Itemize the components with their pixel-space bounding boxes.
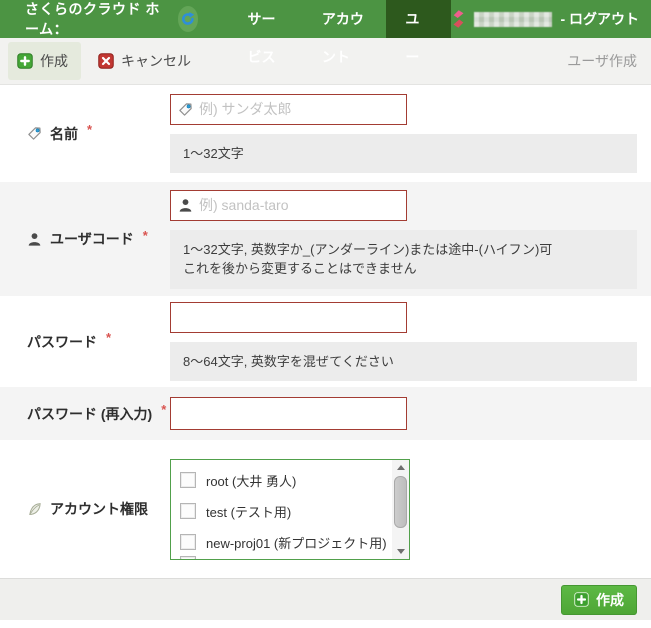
password-confirm-input[interactable] [178, 406, 399, 422]
username-redacted [474, 12, 552, 27]
form-row-password-confirm: パスワード (再入力) * [0, 387, 651, 440]
footer-create-button[interactable]: 作成 [561, 585, 637, 615]
nav-user-area: - ログアウト [451, 9, 639, 29]
plus-icon [17, 53, 33, 69]
checkbox-root[interactable] [180, 472, 196, 488]
toolbar-create-label: 作成 [40, 51, 68, 71]
name-hint: 1〜32文字 [170, 134, 637, 174]
form-row-password: パスワード * 8〜64文字, 英数字を混ぜてください [0, 296, 651, 387]
form-row-name: 名前 * 1〜32文字 [0, 85, 651, 182]
nav-item-accounts[interactable]: アカウント [303, 0, 386, 38]
list-item[interactable]: new-proj01 (新プロジェクト用) [171, 527, 392, 558]
name-input[interactable] [199, 101, 399, 117]
password-label: パスワード [27, 332, 97, 352]
scroll-down-button[interactable] [392, 544, 409, 559]
name-hint-line1: 1〜32文字 [183, 144, 624, 164]
refresh-icon [180, 11, 196, 27]
required-marker: * [106, 330, 111, 345]
refresh-button[interactable] [178, 6, 199, 32]
toolbar-create-button[interactable]: 作成 [8, 42, 81, 80]
usercode-hint-line1: 1〜32文字, 英数字か_(アンダーライン)または途中-(ハイフン)可 [183, 240, 624, 260]
cancel-x-icon [98, 53, 114, 69]
name-label-cell: 名前 * [0, 85, 170, 182]
logout-link[interactable]: - ログアウト [560, 9, 639, 29]
password-hint-line1: 8〜64文字, 英数字を混ぜてください [183, 352, 624, 372]
usercode-hint-line2: これを後から変更することはできません [183, 259, 624, 279]
usercode-hint: 1〜32文字, 英数字か_(アンダーライン)または途中-(ハイフン)可 これを後… [170, 230, 637, 289]
password-confirm-label-cell: パスワード (再入力) * [0, 387, 170, 440]
toolbar-cancel-label: キャンセル [121, 51, 191, 71]
brand-home-link[interactable]: さくらのクラウド ホーム： [25, 0, 166, 39]
option-label: new-proj01 (新プロジェクト用) [206, 533, 387, 552]
page-title: ユーザ作成 [567, 51, 637, 71]
privileges-options: root (大井 勇人) test (テスト用) new-proj01 (新プロ… [171, 465, 392, 558]
footer-create-label: 作成 [596, 590, 624, 610]
nav-item-services[interactable]: サービス [228, 0, 302, 38]
user-icon [27, 232, 42, 247]
toolbar-cancel-button[interactable]: キャンセル [89, 42, 204, 80]
nav-item-users[interactable]: ユーザ [386, 0, 451, 38]
checkbox-new-proj01[interactable] [180, 534, 196, 550]
tag-icon [27, 126, 42, 141]
list-item[interactable]: root (大井 勇人) [171, 465, 392, 496]
usercode-input-box [170, 190, 407, 221]
usercode-input[interactable] [199, 197, 399, 213]
tag-icon [178, 102, 193, 117]
feather-icon [27, 502, 42, 517]
sakura-logo-icon [451, 9, 466, 29]
password-input[interactable] [178, 309, 399, 325]
privileges-label: アカウント権限 [50, 499, 148, 519]
form-row-usercode: ユーザコード * 1〜32文字, 英数字か_(アンダーライン)または途中-(ハイフ… [0, 182, 651, 296]
scrollbar-thumb[interactable] [394, 476, 407, 528]
usercode-label: ユーザコード [50, 229, 134, 249]
top-nav-bar: さくらのクラウド ホーム： サービス アカウント ユーザ - ログアウト [0, 0, 651, 38]
user-icon [178, 198, 193, 213]
password-confirm-label: パスワード (再入力) [27, 404, 152, 424]
list-item[interactable]: test (テスト用) [171, 496, 392, 527]
checkbox-cutoff[interactable] [180, 556, 196, 560]
password-input-box [170, 302, 407, 333]
usercode-label-cell: ユーザコード * [0, 182, 170, 296]
plus-icon [574, 592, 589, 607]
footer-bar: 作成 [0, 578, 651, 620]
triangle-down-icon [397, 549, 405, 554]
privileges-listbox: root (大井 勇人) test (テスト用) new-proj01 (新プロ… [170, 459, 410, 560]
password-hint: 8〜64文字, 英数字を混ぜてください [170, 342, 637, 382]
privileges-label-cell: アカウント権限 [0, 440, 170, 578]
name-label: 名前 [50, 124, 78, 144]
nav-menu: サービス アカウント ユーザ [228, 0, 451, 38]
checkbox-test[interactable] [180, 503, 196, 519]
option-label: root (大井 勇人) [206, 471, 296, 490]
required-marker: * [87, 122, 92, 137]
required-marker: * [143, 228, 148, 243]
password-confirm-input-box [170, 397, 407, 430]
name-input-box [170, 94, 407, 125]
form-row-privileges: アカウント権限 root (大井 勇人) test (テスト用) new-pro… [0, 440, 651, 578]
listbox-scrollbar[interactable] [392, 460, 409, 559]
password-label-cell: パスワード * [0, 296, 170, 387]
scroll-up-button[interactable] [392, 460, 409, 475]
triangle-up-icon [397, 465, 405, 470]
required-marker: * [161, 402, 166, 417]
option-label: test (テスト用) [206, 502, 291, 521]
